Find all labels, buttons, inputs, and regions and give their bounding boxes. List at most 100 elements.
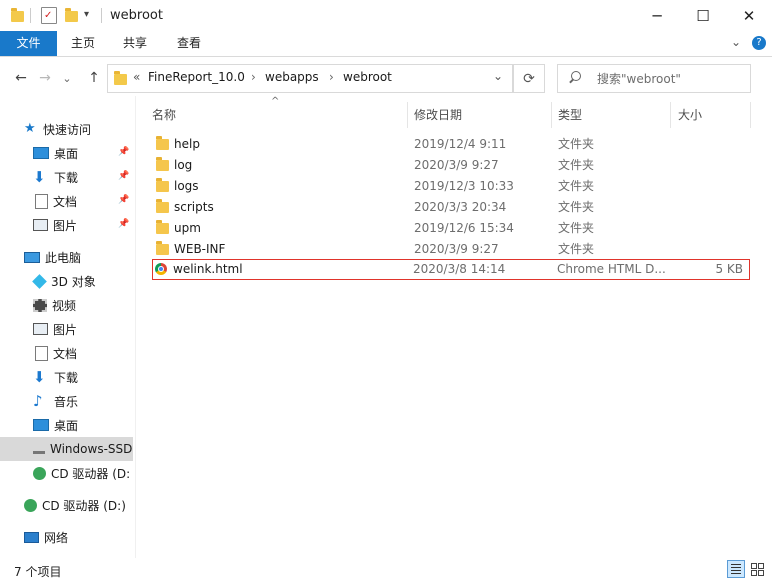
pin-icon[interactable]: 📌 (118, 171, 129, 181)
file-size (672, 176, 744, 197)
file-row[interactable]: WEB-INF 2020/3/9 9:27 文件夹 (152, 239, 750, 260)
sidebar-item-videos[interactable]: 视频 (33, 293, 132, 317)
folder-icon (156, 157, 169, 171)
divider (101, 8, 102, 23)
folder-icon (156, 136, 169, 150)
back-button[interactable]: ← (10, 66, 32, 90)
customize-toolbar-icon[interactable]: ▾ (84, 9, 89, 20)
file-type: 文件夹 (558, 179, 595, 193)
new-folder-icon[interactable] (65, 8, 78, 22)
sidebar-item-label: 图片 (53, 218, 78, 233)
sidebar-item-label: Windows-SSD (50, 442, 133, 456)
recent-locations-button[interactable]: ⌄ (60, 66, 74, 90)
picture-icon (33, 323, 48, 335)
breadcrumb-item[interactable]: FineReport_10.0 (148, 70, 245, 84)
file-name: upm (174, 221, 201, 235)
close-button[interactable]: ✕ (726, 0, 772, 31)
properties-icon[interactable]: ✓ (41, 7, 57, 24)
chevron-right-icon[interactable]: › (329, 70, 334, 84)
minimize-button[interactable]: ─ (634, 0, 680, 31)
file-size (672, 218, 744, 239)
tab-file[interactable]: 文件 (0, 31, 57, 56)
file-type: Chrome HTML D... (557, 262, 666, 276)
chevron-down-icon[interactable]: ⌄ (493, 69, 503, 83)
sidebar-item-cd-drive-root[interactable]: CD 驱动器 (D:) (24, 493, 132, 517)
column-header-name[interactable]: 名称 (152, 104, 402, 126)
sidebar-item-label: 网络 (44, 530, 69, 545)
sidebar-item-label: 视频 (52, 298, 77, 313)
file-name: help (174, 137, 200, 151)
pane-divider[interactable] (135, 96, 136, 558)
column-header-date[interactable]: 修改日期 (414, 104, 550, 126)
file-row[interactable]: upm 2019/12/6 15:34 文件夹 (152, 218, 750, 239)
download-icon: ⬇ (33, 368, 46, 386)
column-divider[interactable] (750, 102, 751, 128)
file-row-highlighted[interactable]: welink.html 2020/3/8 14:14 Chrome HTML D… (152, 259, 750, 280)
column-divider[interactable] (407, 102, 408, 128)
sidebar-item-music[interactable]: ♪ 音乐 (33, 389, 132, 413)
file-type: 文件夹 (558, 221, 595, 235)
help-icon[interactable]: ? (752, 36, 766, 50)
file-name: scripts (174, 200, 214, 214)
search-box[interactable]: 搜索"webroot" (557, 64, 751, 93)
pin-icon[interactable]: 📌 (118, 147, 129, 157)
sidebar-item-label: 快速访问 (43, 122, 92, 137)
up-button[interactable]: ↑ (83, 66, 105, 90)
expand-ribbon-icon[interactable]: ⌄ (731, 35, 741, 49)
refresh-button[interactable]: ⟳ (513, 64, 545, 93)
sidebar-item-label: 文档 (53, 194, 78, 209)
tab-view[interactable]: 查看 (167, 31, 211, 56)
tab-home[interactable]: 主页 (61, 31, 105, 56)
sidebar-item-this-pc[interactable]: 此电脑 (24, 245, 156, 269)
file-size (672, 197, 744, 218)
cd-drive-icon (24, 498, 37, 512)
sidebar-item-pictures[interactable]: 图片 (33, 317, 132, 341)
search-placeholder[interactable]: 搜索"webroot" (597, 70, 681, 87)
file-date: 2020/3/9 9:27 (414, 158, 499, 172)
sidebar-item-3d-objects[interactable]: 3D 对象 (32, 269, 132, 293)
sidebar-item-downloads[interactable]: ⬇ 下载 (33, 365, 132, 389)
video-icon (33, 298, 47, 312)
sidebar-item-network[interactable]: 网络 (24, 525, 132, 549)
column-divider[interactable] (551, 102, 552, 128)
sidebar-item-label: 桌面 (54, 146, 79, 161)
file-name: WEB-INF (174, 242, 226, 256)
file-date: 2020/3/3 20:34 (414, 200, 507, 214)
file-row[interactable]: scripts 2020/3/3 20:34 文件夹 (152, 197, 750, 218)
sidebar-item-cd-drive[interactable]: CD 驱动器 (D: (33, 461, 132, 485)
tab-share[interactable]: 共享 (113, 31, 157, 56)
file-type: 文件夹 (558, 137, 595, 151)
column-divider[interactable] (670, 102, 671, 128)
file-row[interactable]: log 2020/3/9 9:27 文件夹 (152, 155, 750, 176)
sidebar-item-desktop[interactable]: 桌面 (33, 413, 132, 437)
column-header-type[interactable]: 类型 (558, 104, 668, 126)
file-size (672, 155, 744, 176)
sidebar-item-label: 3D 对象 (51, 274, 96, 289)
file-row[interactable]: help 2019/12/4 9:11 文件夹 (152, 134, 750, 155)
maximize-button[interactable]: ☐ (680, 0, 726, 31)
large-icons-view-button[interactable] (748, 560, 764, 576)
document-icon (35, 345, 48, 361)
cd-drive-icon (33, 466, 46, 480)
pin-icon[interactable]: 📌 (118, 219, 129, 229)
sidebar-item-label: 桌面 (54, 418, 79, 433)
address-bar[interactable]: « FineReport_10.0 › webapps › webroot ⌄ (107, 64, 513, 93)
folder-icon (156, 199, 169, 213)
sidebar-item-quick-access[interactable]: ★ 快速访问 (24, 117, 156, 141)
sidebar-item-documents[interactable]: 文档 (33, 341, 132, 365)
sidebar-item-label: CD 驱动器 (D: (51, 466, 131, 481)
file-date: 2020/3/9 9:27 (414, 242, 499, 256)
forward-button[interactable]: → (34, 66, 56, 90)
breadcrumb-item[interactable]: webroot (343, 70, 392, 84)
file-row[interactable]: logs 2019/12/3 10:33 文件夹 (152, 176, 750, 197)
sidebar-item-windows-ssd[interactable]: Windows-SSD (0, 437, 133, 461)
network-icon (24, 531, 39, 543)
details-view-button[interactable] (727, 560, 745, 578)
computer-icon (24, 251, 40, 263)
column-header-size[interactable]: 大小 (678, 104, 748, 126)
chevron-right-icon[interactable]: › (251, 70, 256, 84)
pin-icon[interactable]: 📌 (118, 195, 129, 205)
file-type: 文件夹 (558, 200, 595, 214)
overflow-icon[interactable]: « (133, 70, 140, 84)
breadcrumb-item[interactable]: webapps (265, 70, 319, 84)
